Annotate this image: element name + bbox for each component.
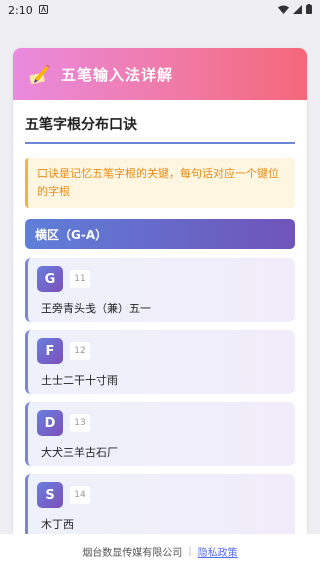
zone-header: 横区（G-A） [25,219,295,249]
footer-separator: | [188,545,192,557]
hero-banner: 五笔输入法详解 [13,48,307,100]
key-letter-badge: D [37,410,63,436]
page-title: 五笔输入法详解 [61,65,174,84]
key-letter-badge: F [37,338,63,364]
key-list: G 11 王旁青头戋（兼）五一 F 12 土士二干十寸雨 D 13 大犬三羊古石… [25,258,295,538]
key-letter-badge: G [37,266,63,292]
key-code-badge: 12 [70,342,90,360]
key-roots-text: 王旁青头戋（兼）五一 [41,302,151,315]
key-code-badge: 11 [70,270,90,288]
key-code-badge: 14 [70,486,90,504]
content-card: 五笔输入法详解 五笔字根分布口诀 口诀是记忆五笔字根的关键，每句话对应一个键位的… [13,48,307,548]
signal-icon [293,4,302,17]
footer-company: 烟台数显传媒有限公司 [82,547,183,559]
key-card-s[interactable]: S 14 木丁西 [25,474,295,538]
key-letter-badge: S [37,482,63,508]
key-roots-text: 土士二干十寸雨 [41,374,118,387]
footer: 烟台数显传媒有限公司 | 隐私政策 [0,534,320,568]
key-roots-text: 大犬三羊古石厂 [41,446,118,459]
key-card-d[interactable]: D 13 大犬三羊古石厂 [25,402,295,466]
key-code-badge: 13 [70,414,90,432]
pen-paper-icon [27,62,51,86]
key-card-f[interactable]: F 12 土士二干十寸雨 [25,330,295,394]
status-bar: 2:10 [0,0,320,20]
key-roots-text: 木丁西 [41,518,74,531]
section-title: 五笔字根分布口诀 [25,114,295,144]
wifi-icon [278,4,289,17]
privacy-policy-link[interactable]: 隐私政策 [198,544,238,559]
battery-icon [306,3,312,17]
key-card-g[interactable]: G 11 王旁青头戋（兼）五一 [25,258,295,322]
tip-box: 口诀是记忆五笔字根的关键，每句话对应一个键位的字根 [25,158,295,208]
notification-a-icon [38,4,48,17]
status-time: 2:10 [8,3,33,17]
